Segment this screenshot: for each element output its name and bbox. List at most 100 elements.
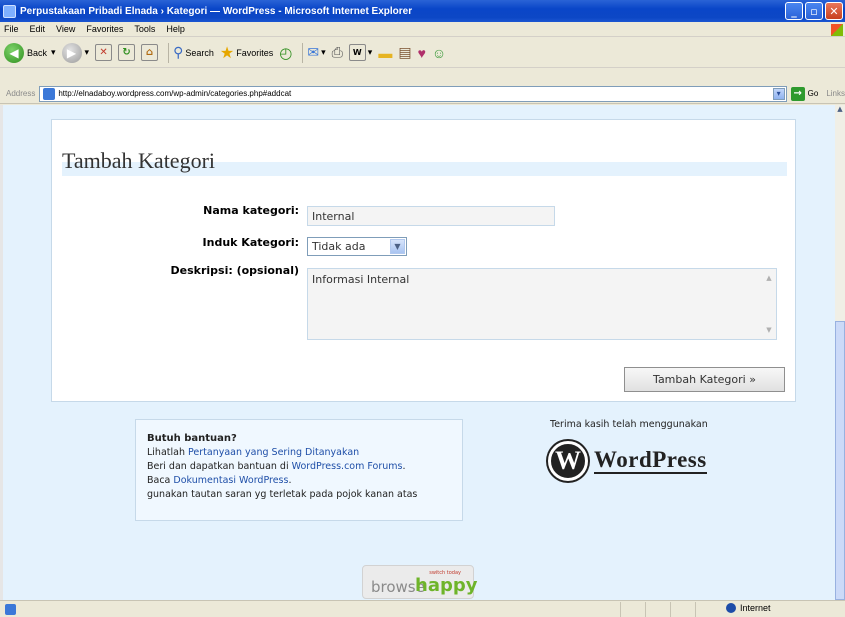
- viewport-left-edge: [0, 105, 3, 600]
- address-input[interactable]: http://elnadaboy.wordpress.com/wp-admin/…: [39, 85, 787, 102]
- forward-dropdown-icon[interactable]: ▾: [85, 47, 90, 58]
- menu-view[interactable]: View: [56, 24, 75, 34]
- faq-link[interactable]: Pertanyaan yang Sering Ditanyakan: [188, 447, 359, 458]
- scroll-up-icon[interactable]: ▲: [835, 105, 845, 117]
- menu-file[interactable]: File: [4, 24, 19, 34]
- status-pane: [645, 602, 670, 617]
- edit-button[interactable]: W ▾: [348, 44, 372, 61]
- description-textarea[interactable]: Informasi Internal ▲ ▼: [307, 268, 777, 340]
- print-icon: ⎙: [331, 44, 343, 60]
- history-button[interactable]: ◴: [279, 44, 292, 62]
- zone-label: Internet: [740, 603, 771, 613]
- standard-toolbar: ◀ Back ▾ ▶ ▾ ✕ ↻ ⌂ ⚲ Search ★ Favorites …: [0, 38, 845, 68]
- address-dropdown-icon[interactable]: ▾: [772, 87, 785, 100]
- parent-category-value: Tidak ada: [312, 240, 366, 253]
- menu-help[interactable]: Help: [166, 24, 185, 34]
- help-line-forums: Beri dan dapatkan bantuan di WordPress.c…: [147, 460, 462, 474]
- refresh-icon: ↻: [118, 44, 136, 61]
- back-button[interactable]: ◀ Back ▾: [4, 42, 56, 63]
- page-status-icon: [5, 603, 16, 615]
- go-label: Go: [807, 89, 819, 98]
- help-box: Butuh bantuan? Lihatlah Pertanyaan yang …: [135, 419, 463, 521]
- back-label: Back: [27, 47, 48, 58]
- star-icon: ★: [219, 44, 235, 62]
- research-button[interactable]: ▤: [398, 44, 411, 61]
- category-name-input[interactable]: Internal: [307, 206, 555, 226]
- stop-icon: ✕: [95, 44, 113, 61]
- close-button[interactable]: ✕: [825, 2, 843, 20]
- favorites-button[interactable]: ★ Favorites: [220, 43, 273, 63]
- back-dropdown-icon[interactable]: ▾: [51, 47, 56, 58]
- stop-button[interactable]: ✕: [95, 44, 113, 61]
- add-category-panel: Tambah Kategori Nama kategori: Internal …: [51, 119, 796, 402]
- minimize-button[interactable]: _: [785, 2, 803, 20]
- history-icon: ◴: [279, 44, 293, 62]
- go-arrow-icon: →: [790, 86, 805, 101]
- help-text: Baca: [147, 475, 174, 486]
- mail-icon: ✉: [307, 44, 320, 60]
- toolbar-separator: [168, 42, 170, 63]
- help-text: Beri dan dapatkan bantuan di: [147, 461, 292, 472]
- toolbar-separator: [302, 42, 304, 63]
- scroll-down-icon[interactable]: ▼: [763, 324, 775, 336]
- home-button[interactable]: ⌂: [141, 44, 159, 61]
- folder-icon: ▬: [378, 44, 393, 61]
- menu-edit[interactable]: Edit: [30, 24, 46, 34]
- mail-button[interactable]: ✉ ▾: [307, 44, 325, 61]
- description-value: Informasi Internal: [312, 273, 410, 286]
- parent-category-select[interactable]: Tidak ada ▼: [307, 237, 407, 256]
- address-bar: Address http://elnadaboy.wordpress.com/w…: [0, 84, 845, 104]
- messenger-icon: ♥: [417, 44, 426, 61]
- page-icon: [43, 87, 56, 100]
- status-pane: [670, 602, 695, 617]
- print-button[interactable]: ⎙: [332, 44, 343, 61]
- scroll-up-icon[interactable]: ▲: [763, 272, 775, 284]
- search-icon: ⚲: [173, 44, 184, 60]
- forward-arrow-icon: ▶: [61, 42, 82, 63]
- help-text: Lihatlah: [147, 447, 189, 458]
- menu-tools[interactable]: Tools: [134, 24, 155, 34]
- docs-link[interactable]: Dokumentasi WordPress: [173, 475, 288, 486]
- folder-button[interactable]: ▬: [378, 45, 392, 61]
- thanks-text: Terima kasih telah menggunakan: [550, 419, 708, 430]
- users-button[interactable]: ☺: [432, 45, 446, 61]
- search-label: Search: [185, 47, 214, 58]
- browsehappy-badge[interactable]: switch today browse happy: [362, 565, 478, 599]
- forums-link[interactable]: WordPress.com Forums: [292, 461, 403, 472]
- status-bar: Internet: [0, 600, 845, 617]
- textarea-scrollbar[interactable]: ▲ ▼: [763, 270, 775, 338]
- page-scrollbar[interactable]: ▲: [835, 105, 845, 600]
- search-button[interactable]: ⚲ Search: [173, 44, 214, 61]
- links-button[interactable]: Links: [826, 89, 845, 98]
- scrollbar-thumb[interactable]: [835, 321, 845, 600]
- help-line-docs: Baca Dokumentasi WordPress.: [147, 474, 462, 488]
- menu-favorites[interactable]: Favorites: [86, 24, 123, 34]
- users-icon: ☺: [431, 44, 447, 61]
- address-label: Address: [6, 89, 36, 98]
- chevron-down-icon[interactable]: ▼: [390, 239, 405, 254]
- window-title: Perpustakaan Pribadi Elnada › Kategori —…: [20, 5, 413, 17]
- forward-button[interactable]: ▶ ▾: [61, 42, 90, 63]
- maximize-button[interactable]: ▫: [805, 2, 823, 20]
- globe-icon: [726, 603, 736, 613]
- window-titlebar: Perpustakaan Pribadi Elnada › Kategori —…: [0, 0, 845, 22]
- help-text: .: [402, 461, 406, 472]
- section-heading-bar: Tambah Kategori: [62, 148, 787, 176]
- wordpress-w-icon: W: [548, 441, 588, 481]
- go-button[interactable]: → Go: [790, 86, 819, 101]
- description-label: Deskripsi: (opsional): [170, 264, 299, 277]
- messenger-button[interactable]: ♥: [418, 45, 426, 61]
- refresh-button[interactable]: ↻: [118, 44, 136, 61]
- status-pane: [695, 602, 720, 617]
- browsehappy-word-happy: happy: [415, 575, 478, 596]
- back-arrow-icon: ◀: [4, 42, 24, 63]
- add-category-button[interactable]: Tambah Kategori »: [624, 367, 785, 392]
- help-text: .: [288, 475, 292, 486]
- menu-bar: File Edit View Favorites Tools Help: [0, 22, 845, 37]
- home-icon: ⌂: [141, 44, 159, 61]
- page-title: Tambah Kategori: [62, 148, 216, 173]
- wordpress-wordmark: WordPress: [594, 447, 707, 474]
- parent-category-label: Induk Kategori:: [202, 236, 299, 249]
- wordpress-logo[interactable]: W WordPress: [548, 441, 707, 481]
- edit-page-icon: W: [348, 44, 366, 61]
